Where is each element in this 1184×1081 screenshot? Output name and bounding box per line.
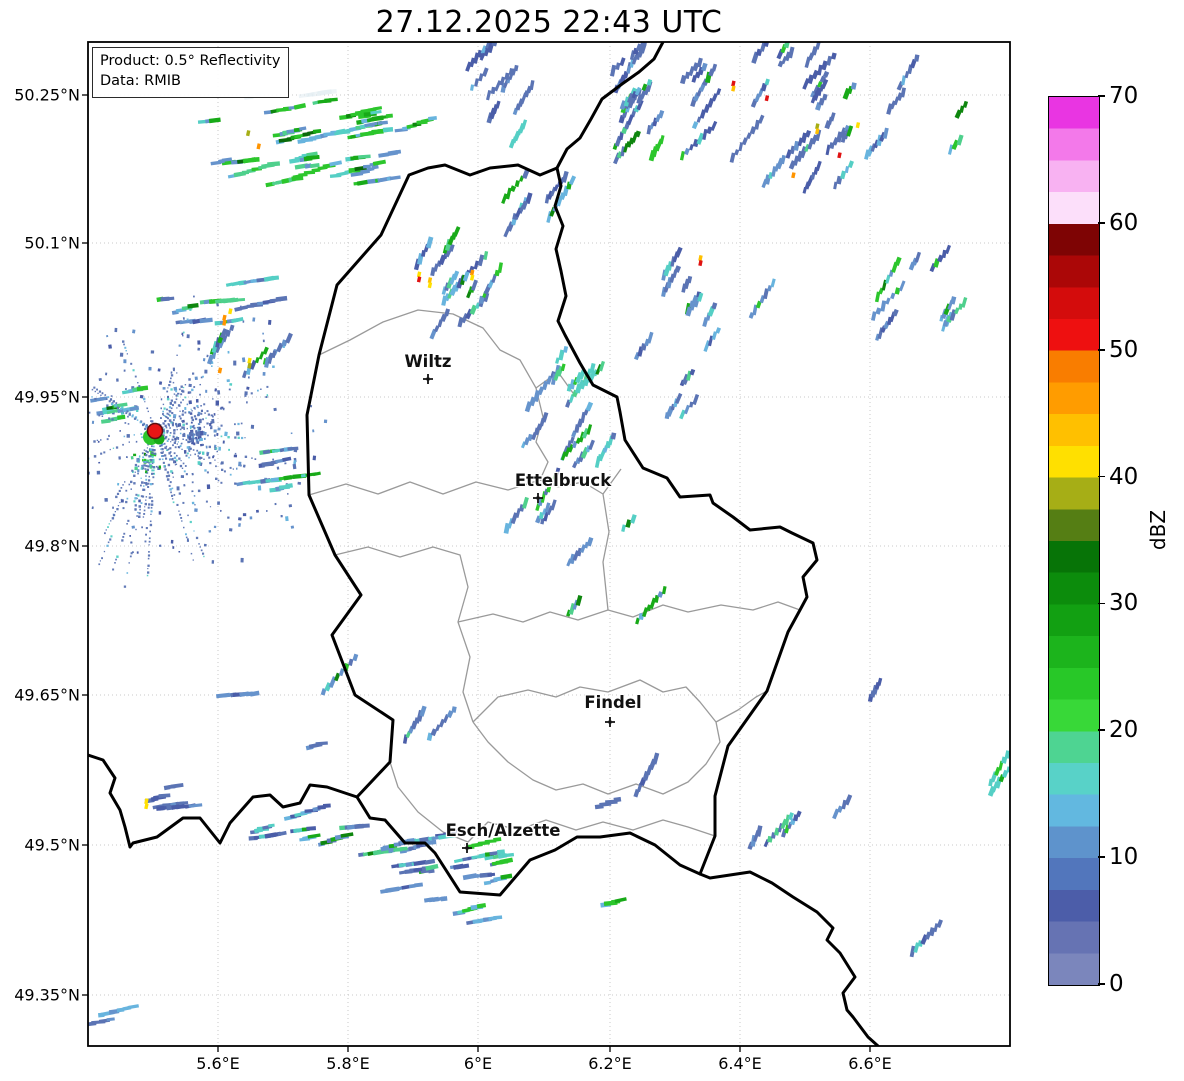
- colorbar-tick-label: 40: [1109, 463, 1139, 490]
- colorbar-tickmark: [1098, 856, 1105, 858]
- colorbar-tickmark: [1098, 95, 1105, 97]
- x-tick-label: 5.8°E: [326, 1054, 370, 1073]
- city-label: Ettelbruck: [515, 471, 612, 490]
- colorbar-tick-label: 50: [1109, 336, 1139, 363]
- y-tick-label: 49.95°N: [14, 387, 80, 407]
- city-label: Esch/Alzette: [446, 821, 561, 840]
- x-tick-label: 6.4°E: [718, 1054, 762, 1073]
- colorbar-tickmark: [1098, 222, 1105, 224]
- colorbar-tickmark: [1098, 475, 1105, 478]
- y-tick-label: 49.8°N: [24, 536, 80, 556]
- colorbar-tick-label: 60: [1109, 209, 1139, 236]
- colorbar-tickmark: [1098, 983, 1105, 985]
- map-background: [88, 42, 1010, 1046]
- x-tick-label: 5.6°E: [196, 1054, 240, 1073]
- y-tick-label: 49.65°N: [14, 685, 80, 705]
- y-tick-label: 49.5°N: [24, 835, 80, 855]
- y-tick-label: 50.1°N: [24, 233, 80, 253]
- radar-map: Product: 0.5° Reflectivity Data: RMIB Wi…: [82, 41, 1011, 1052]
- x-tick-label: 6.2°E: [588, 1054, 632, 1073]
- product-info-line: Product: 0.5° Reflectivity: [100, 53, 281, 69]
- colorbar-tick-label: 70: [1109, 83, 1139, 109]
- y-tick-label: 49.35°N: [14, 985, 80, 1005]
- city-label: Findel: [584, 693, 641, 712]
- colorbar-tick-label: 0: [1109, 971, 1124, 997]
- plot-title: 27.12.2025 22:43 UTC: [375, 5, 723, 40]
- x-tick-label: 6°E: [463, 1054, 493, 1073]
- data-source-line: Data: RMIB: [100, 73, 181, 90]
- radar-map-canvas: Wiltz Ettelbruck Findel Esch/Alzette: [82, 41, 1011, 1052]
- product-info-box: Product: 0.5° Reflectivity Data: RMIB: [92, 47, 290, 98]
- colorbar-tickmark: [1098, 348, 1105, 351]
- colorbar-tickmark: [1098, 602, 1105, 605]
- colorbar-unit-label: dBZ: [1146, 509, 1170, 551]
- y-tick-label: 50.25°N: [14, 85, 80, 105]
- colorbar-tickmark: [1098, 729, 1105, 732]
- colorbar-tick-label: 10: [1109, 844, 1139, 871]
- x-tick-label: 6.6°E: [848, 1054, 892, 1073]
- city-label: Wiltz: [404, 352, 451, 371]
- colorbar: [1048, 96, 1100, 986]
- colorbar-tick-label: 20: [1109, 717, 1139, 744]
- colorbar-tick-label: 30: [1109, 590, 1139, 617]
- radar-screenshot: 27.12.2025 22:43 UTC Product: 0.5° Refle…: [0, 0, 1184, 1081]
